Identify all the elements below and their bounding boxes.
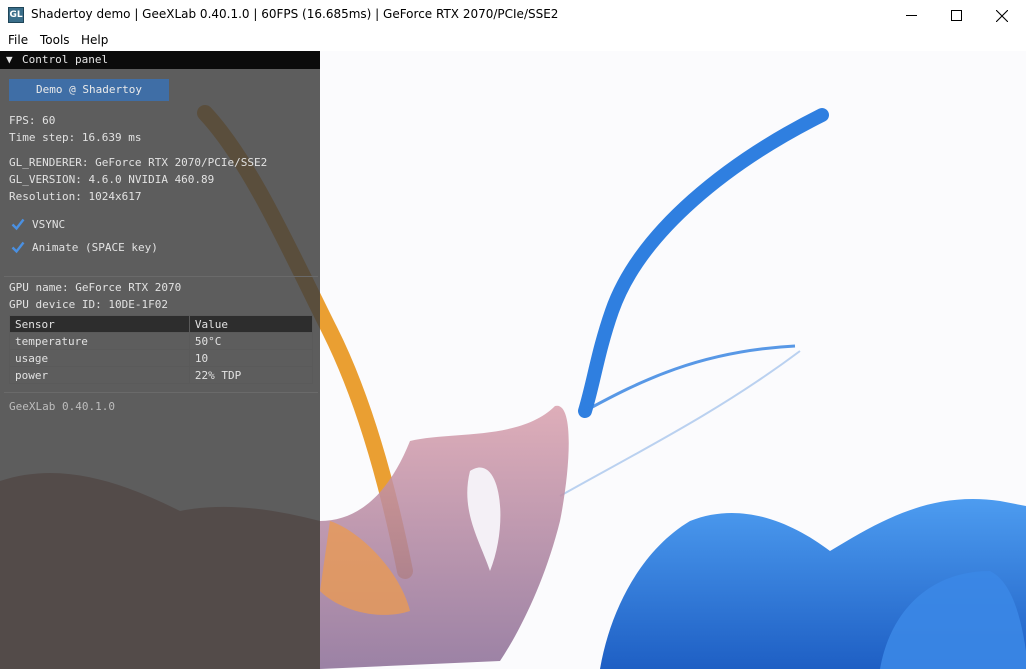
separator	[4, 392, 318, 393]
gl-renderer-text: GL_RENDERER: GeForce RTX 2070/PCIe/SSE2	[9, 156, 268, 169]
sensor-value: 50°C	[188, 332, 314, 350]
column-header-value: Value	[188, 315, 314, 333]
app-icon: GL	[8, 7, 24, 23]
sensor-name: temperature	[9, 332, 190, 350]
gpu-device-id-text: GPU device ID: 10DE-1F02	[9, 298, 168, 311]
separator	[4, 276, 318, 277]
close-icon	[996, 10, 1008, 22]
gl-version-text: GL_VERSION: 4.6.0 NVIDIA 460.89	[9, 173, 215, 186]
fps-text: FPS: 60	[9, 114, 56, 127]
table-header-row: Sensor Value	[9, 315, 314, 333]
window-title: Shadertoy demo | GeeXLab 0.40.1.0 | 60FP…	[31, 7, 559, 21]
sensor-value: 22% TDP	[188, 366, 314, 384]
time-step-text: Time step: 16.639 ms	[9, 131, 142, 144]
control-panel-title: Control panel	[22, 53, 109, 66]
demo-shadertoy-button[interactable]: Demo @ Shadertoy	[9, 79, 169, 101]
vsync-checkbox[interactable]	[11, 217, 25, 231]
sensor-table: Sensor Value temperature 50°C usage 10 p…	[9, 315, 314, 384]
title-bar: GL Shadertoy demo | GeeXLab 0.40.1.0 | 6…	[0, 0, 1026, 31]
control-panel-header[interactable]: ▼ Control panel	[0, 51, 320, 69]
maximize-button[interactable]	[933, 0, 979, 31]
vsync-label: VSYNC	[32, 218, 66, 231]
sensor-name: usage	[9, 349, 190, 367]
blue-paint-stream	[578, 108, 829, 418]
table-row: power 22% TDP	[9, 366, 314, 384]
control-panel: ▼ Control panel Demo @ Shadertoy FPS: 60…	[0, 51, 320, 669]
minimize-button[interactable]	[888, 0, 934, 31]
resolution-text: Resolution: 1024x617	[9, 190, 142, 203]
table-row: temperature 50°C	[9, 332, 314, 350]
menu-bar: File Tools Help	[0, 31, 1026, 51]
sensor-value: 10	[188, 349, 314, 367]
close-button[interactable]	[979, 0, 1025, 31]
sensor-name: power	[9, 366, 190, 384]
geexlab-version-text: GeeXLab 0.40.1.0	[9, 400, 115, 413]
animate-checkbox[interactable]	[11, 240, 25, 254]
table-row: usage 10	[9, 349, 314, 367]
menu-help[interactable]: Help	[81, 33, 108, 47]
animate-label: Animate (SPACE key)	[32, 241, 158, 254]
gpu-name-text: GPU name: GeForce RTX 2070	[9, 281, 182, 294]
menu-file[interactable]: File	[8, 33, 28, 47]
column-header-sensor: Sensor	[9, 315, 190, 333]
menu-tools[interactable]: Tools	[40, 33, 70, 47]
collapse-triangle-icon[interactable]: ▼	[6, 51, 13, 69]
